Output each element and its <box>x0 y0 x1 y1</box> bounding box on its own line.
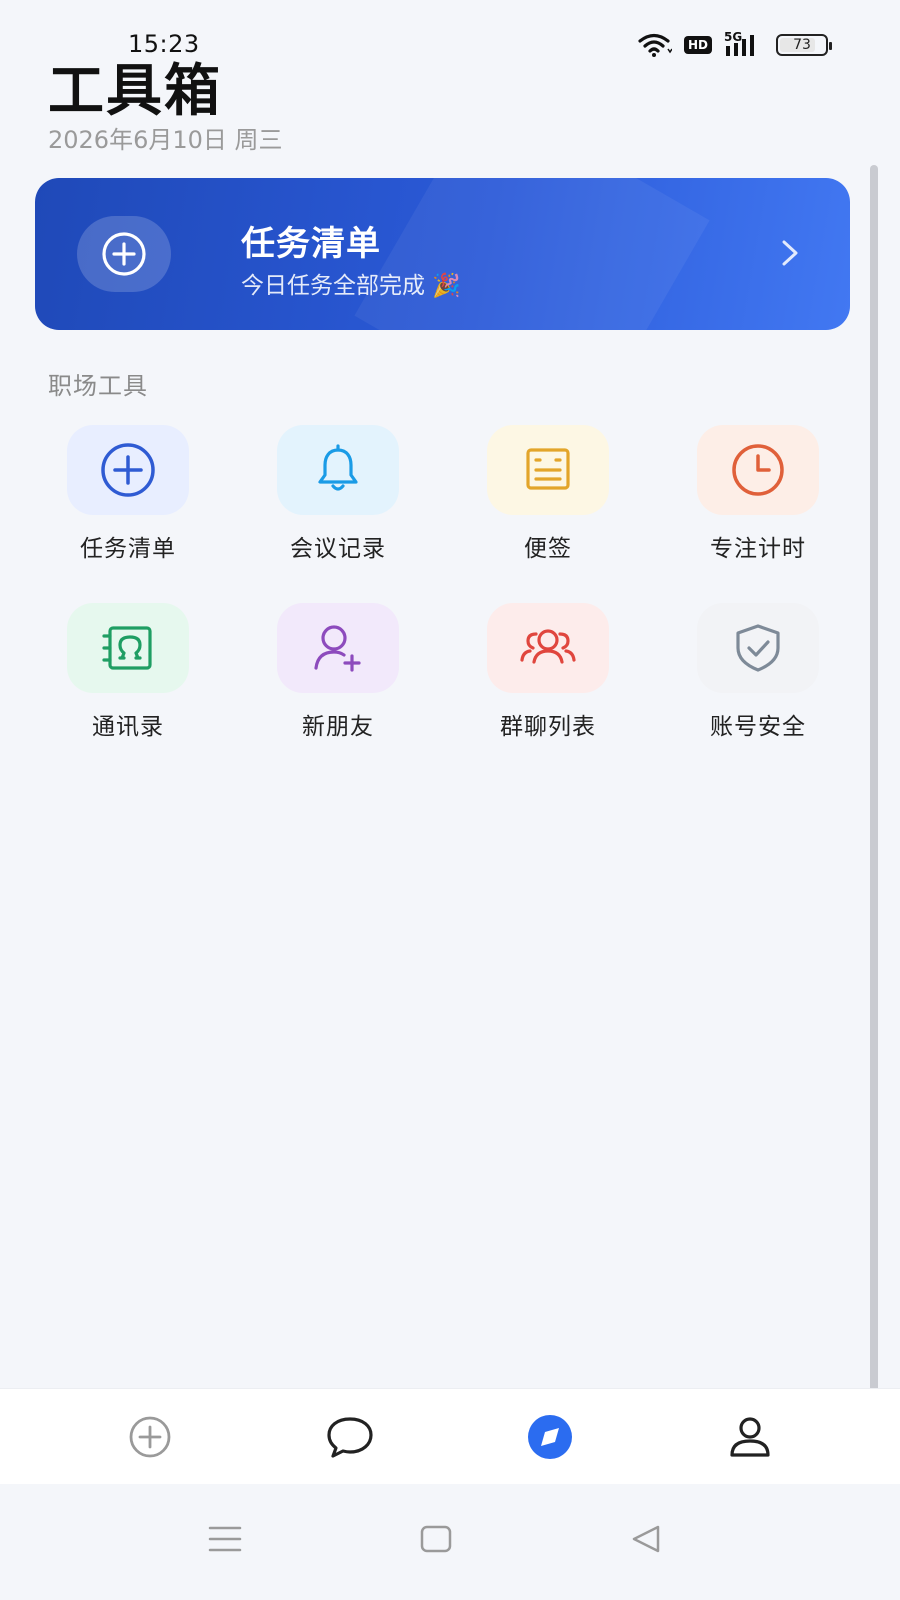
tool-group-chats[interactable]: 群聊列表 <box>443 603 653 741</box>
tool-label: 任务清单 <box>80 536 176 562</box>
system-nav-bar <box>0 1484 900 1600</box>
tool-account-security[interactable]: 账号安全 <box>653 603 863 741</box>
page-title: 工具箱 <box>48 59 222 124</box>
tool-label: 便签 <box>524 536 572 562</box>
plus-circle-icon <box>129 1416 171 1457</box>
clock-icon <box>732 444 784 496</box>
tool-label: 通讯录 <box>92 714 164 740</box>
wifi-icon <box>638 33 672 57</box>
tool-label: 新朋友 <box>302 714 374 740</box>
nav-item-profile[interactable] <box>690 1413 810 1461</box>
tool-meeting-notes[interactable]: 会议记录 <box>233 425 443 563</box>
signal-indicator: 5G <box>724 30 764 58</box>
hd-badge: HD <box>683 36 712 54</box>
compass-icon <box>528 1414 572 1459</box>
tool-icon-bg <box>697 425 819 515</box>
chevron-right-icon <box>782 240 798 266</box>
contacts-icon <box>102 626 152 670</box>
battery-icon: 73 <box>776 34 832 56</box>
nav-item-messages[interactable] <box>290 1414 410 1460</box>
section-title: 职场工具 <box>48 372 148 400</box>
banner-icon-wrap <box>77 216 171 292</box>
tool-sticky-note[interactable]: 便签 <box>443 425 653 563</box>
tool-icon-bg <box>277 425 399 515</box>
tool-label: 账号安全 <box>710 714 806 740</box>
add-user-icon <box>314 625 361 672</box>
task-list-banner[interactable]: 任务清单 今日任务全部完成 🎉 <box>35 178 850 330</box>
banner-subtitle: 今日任务全部完成 🎉 <box>241 273 461 299</box>
tool-icon-bg <box>67 603 189 693</box>
profile-icon <box>730 1416 770 1457</box>
note-icon <box>526 448 570 490</box>
plus-circle-icon <box>101 443 155 497</box>
battery-level: 73 <box>793 37 811 53</box>
signal-icon <box>726 35 754 56</box>
home-icon[interactable] <box>420 1524 452 1554</box>
tool-contacts[interactable]: 通讯录 <box>23 603 233 741</box>
tool-focus-timer[interactable]: 专注计时 <box>653 425 863 563</box>
page-date: 2026年6月10日 周三 <box>48 126 283 154</box>
scrollbar[interactable] <box>870 165 878 1470</box>
nav-item-add[interactable] <box>90 1414 210 1460</box>
tool-label: 会议记录 <box>290 536 386 562</box>
bottom-nav <box>0 1388 900 1484</box>
chat-bubble-icon <box>327 1416 373 1458</box>
plus-circle-icon <box>102 232 146 276</box>
status-icons: HD 5G 73 <box>638 30 832 58</box>
shield-check-icon <box>736 624 780 672</box>
group-icon <box>520 629 576 664</box>
tool-new-friends[interactable]: 新朋友 <box>233 603 443 741</box>
tool-label: 专注计时 <box>710 536 806 562</box>
tool-task-list[interactable]: 任务清单 <box>23 425 233 563</box>
tool-icon-bg <box>487 603 609 693</box>
tool-icon-bg <box>487 425 609 515</box>
nav-item-discover[interactable] <box>490 1413 610 1461</box>
menu-icon[interactable] <box>208 1524 242 1554</box>
banner-title: 任务清单 <box>241 224 381 264</box>
bell-icon <box>318 444 358 491</box>
tool-icon-bg <box>277 603 399 693</box>
tool-grid: 任务清单 会议记录 便签 专注计时 通讯录 新朋友 群聊列表 账号安全 <box>23 425 863 741</box>
back-icon[interactable] <box>630 1524 662 1554</box>
tool-icon-bg <box>697 603 819 693</box>
tool-icon-bg <box>67 425 189 515</box>
tool-label: 群聊列表 <box>500 714 596 740</box>
